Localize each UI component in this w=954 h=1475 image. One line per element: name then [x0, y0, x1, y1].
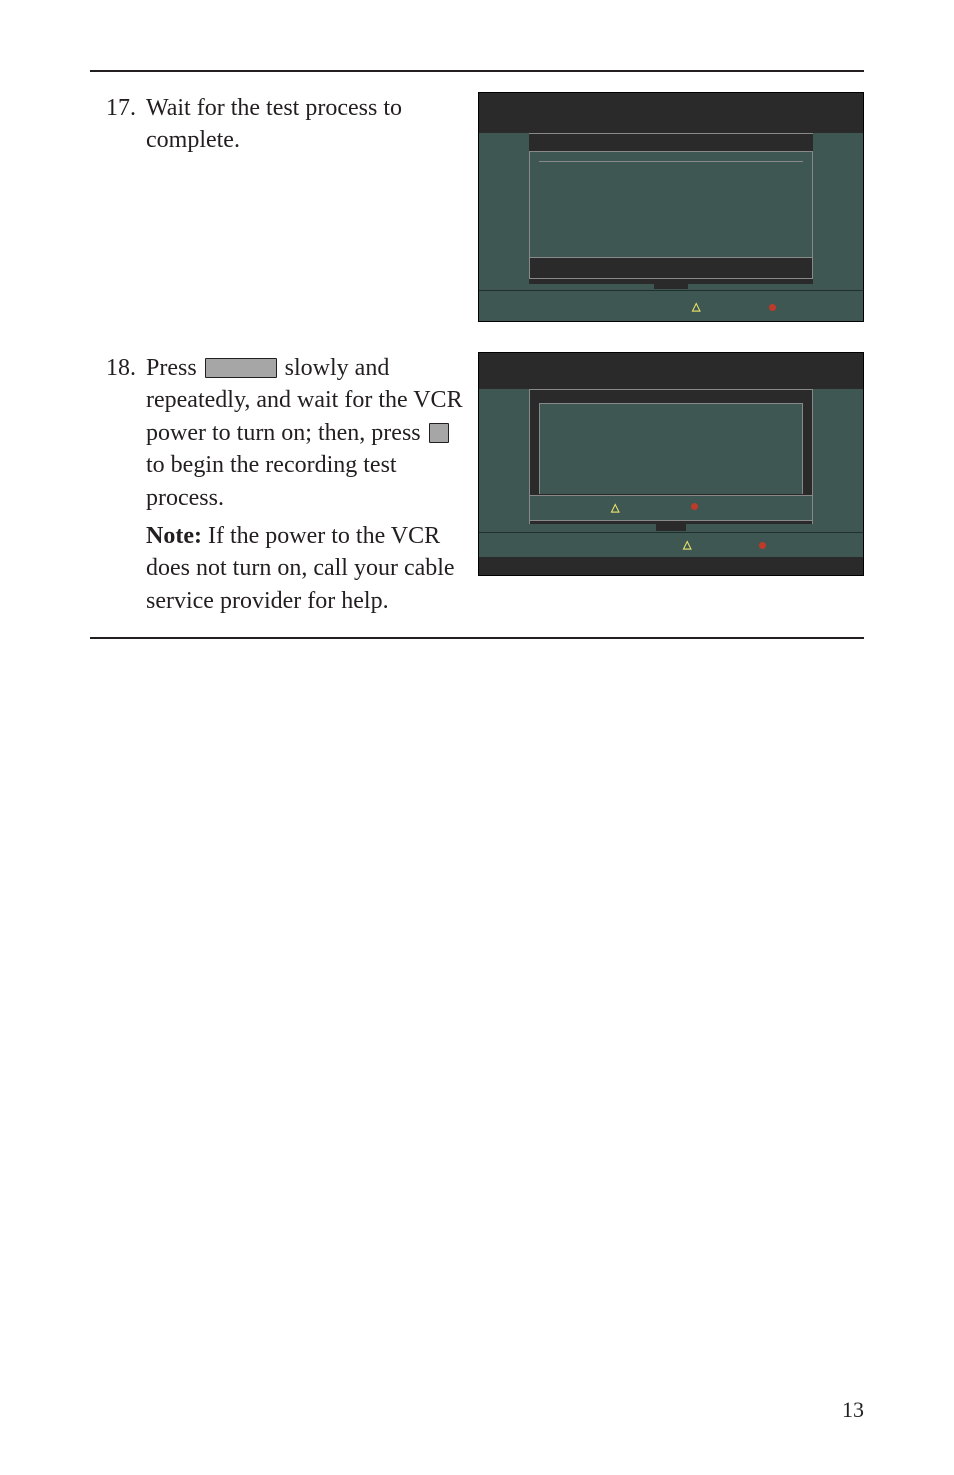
step-text: Wait for the test process to complete.: [142, 92, 474, 157]
note-label: Note:: [146, 523, 202, 549]
press-a: Press: [146, 355, 203, 381]
diagram-wrap: △ △: [474, 352, 864, 576]
top-rule: [90, 70, 864, 72]
record-icon: [759, 542, 766, 549]
eject-icon: △: [611, 501, 619, 514]
eject-icon: △: [692, 302, 700, 313]
step-18-row: 18. Press slowly and repeatedly, and wai…: [90, 352, 864, 617]
record-icon: [691, 503, 698, 510]
press-c: to begin the recording test process.: [146, 452, 397, 510]
step-number: 18.: [90, 352, 142, 384]
eject-icon: △: [683, 540, 691, 551]
step-text: Press slowly and repeatedly, and wait fo…: [142, 352, 474, 617]
remote-button-long: [205, 358, 277, 378]
page-number: 13: [842, 1397, 864, 1423]
step-17-text: Wait for the test process to complete.: [146, 95, 402, 153]
diagram-wrap: △: [474, 92, 864, 322]
tv-diagram-1: △: [478, 92, 864, 322]
record-icon: [769, 304, 776, 311]
step-number: 17.: [90, 92, 142, 124]
remote-button-square: [429, 423, 449, 443]
bottom-rule: [90, 637, 864, 639]
tv-diagram-2: △ △: [478, 352, 864, 576]
page: 17. Wait for the test process to complet…: [0, 0, 954, 1475]
step-17-row: 17. Wait for the test process to complet…: [90, 92, 864, 322]
